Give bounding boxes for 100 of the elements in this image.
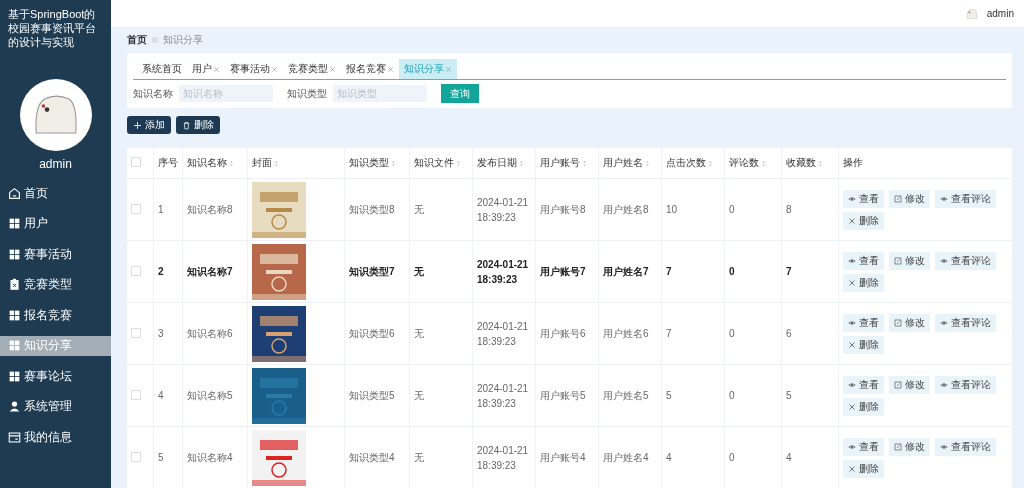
table-cell: 0 [729, 390, 735, 401]
view-button[interactable]: 查看评论 [935, 437, 996, 456]
table-cell: 无 [414, 327, 424, 339]
delete-button[interactable]: 删除 [843, 211, 884, 230]
column-header[interactable]: 用户姓名 [603, 157, 651, 168]
delete-button[interactable]: 删除 [843, 459, 884, 478]
table-cell: 用户姓名8 [603, 203, 649, 215]
table-cell: 知识类型4 [349, 451, 395, 463]
breadcrumb-link[interactable]: 首页 [127, 33, 147, 47]
view-button[interactable]: 查看评论 [935, 313, 996, 332]
checkbox[interactable] [131, 203, 141, 214]
column-header[interactable]: 知识文件 [414, 157, 462, 168]
table-cell: 2024-01-21 18:39:23 [477, 320, 529, 347]
tab[interactable]: 赛事活动 [225, 59, 283, 79]
eye-icon [848, 256, 856, 265]
table-cell: 2024-01-21 18:39:23 [477, 196, 529, 223]
table-cell: 2 [158, 266, 164, 277]
view-button[interactable]: 查看评论 [935, 375, 996, 394]
eye-icon [848, 380, 856, 389]
column-header[interactable]: 发布日期 [477, 157, 525, 168]
field-label: 知识名称 [133, 86, 173, 101]
table-cell: 无 [414, 203, 424, 215]
delete-button[interactable]: 删除 [843, 335, 884, 354]
column-header[interactable]: 点击次数 [666, 157, 714, 168]
edit-button[interactable]: 修改 [889, 251, 930, 270]
view-button[interactable]: 查看 [843, 189, 884, 208]
table-cell: 知识名称8 [187, 203, 233, 215]
table-cell: 用户账号7 [540, 265, 586, 277]
user-name[interactable]: admin [986, 8, 1014, 19]
checkbox[interactable] [131, 451, 141, 462]
table-cell: 7 [666, 328, 672, 339]
tab[interactable]: 报名竞赛 [341, 59, 399, 79]
grid-icon [8, 247, 21, 261]
column-header[interactable]: 评论数 [729, 157, 767, 168]
nav-item[interactable]: 赛事活动 [0, 244, 111, 264]
column-header[interactable]: 收藏数 [786, 157, 824, 168]
view-button[interactable]: 查看 [843, 251, 884, 270]
edit-button[interactable]: 修改 [889, 189, 930, 208]
table-cell: 用户账号8 [540, 203, 586, 215]
nav-item[interactable]: 用户 [0, 213, 111, 234]
view-button[interactable]: 查看 [843, 375, 884, 394]
table-row[interactable]: 4 知识名称5 知识类型5 无 2024-01-21 18:39:23 用户账号5 用户姓名5 5 0 5 查看 修改 查看评论 删除 [127, 364, 1012, 427]
table-row[interactable]: 5 知识名称4 知识类型4 无 2024-01-21 18:39:23 用户账号4 用户姓名4 4 0 4 查看 修改 查看评论 删除 [127, 426, 1012, 488]
checkbox[interactable] [131, 389, 141, 400]
column-header[interactable]: 知识名称 [187, 157, 235, 168]
tab[interactable]: 竞赛类型 [283, 59, 341, 79]
tab[interactable]: 系统首页 [137, 59, 187, 79]
edit-button[interactable]: 修改 [889, 437, 930, 456]
eye-icon [940, 318, 948, 327]
eye-icon [940, 380, 948, 389]
close-icon [848, 278, 856, 287]
column-header[interactable]: 知识类型 [349, 157, 397, 168]
nav-item[interactable]: 赛事论坛 [0, 366, 111, 386]
sort-icon [817, 159, 824, 167]
checkbox[interactable] [131, 265, 141, 276]
table-row[interactable]: 1 知识名称8 知识类型8 无 2024-01-21 18:39:23 用户账号8 用户姓名8 10 0 8 查看 修改 查看评论 删除 [127, 178, 1012, 241]
app-title: 基于SpringBoot的校园赛事资讯平台的设计与实现 [7, 7, 97, 49]
view-button[interactable]: 查看 [843, 313, 884, 332]
nav-item[interactable]: 竞赛类型 [0, 274, 111, 295]
delete-button[interactable]: 删除 [843, 397, 884, 416]
checkbox[interactable] [131, 157, 141, 167]
sort-icon [581, 159, 588, 167]
column-header[interactable]: 操作 [843, 157, 863, 168]
column-header[interactable]: 封面 [252, 157, 280, 168]
eye-icon [940, 256, 948, 265]
sort-icon [455, 159, 462, 167]
delete-button[interactable]: 删除 [843, 273, 884, 292]
sort-icon [760, 159, 767, 167]
table-cell: 知识类型8 [349, 203, 395, 215]
nav-item[interactable]: 报名竞赛 [0, 305, 111, 325]
sort-icon [644, 159, 651, 167]
sort-icon [228, 159, 235, 167]
clipboard-icon [8, 278, 21, 291]
sort-icon [707, 159, 714, 167]
table-cell: 2024-01-21 18:39:23 [477, 258, 529, 285]
nav-item[interactable]: 我的信息 [0, 427, 111, 447]
person-icon [8, 400, 21, 413]
table-cell: 知识类型6 [349, 327, 395, 339]
grid-icon [8, 308, 21, 322]
table-cell: 知识类型5 [349, 389, 395, 401]
column-header[interactable]: 序号 [158, 157, 178, 168]
view-button[interactable]: 查看评论 [935, 251, 996, 270]
column-header[interactable]: 用户账号 [540, 157, 588, 168]
eye-icon [848, 194, 856, 203]
view-button[interactable]: 查看评论 [935, 189, 996, 208]
table-cell: 知识名称6 [187, 327, 233, 339]
nav-item[interactable]: 首页 [0, 183, 111, 203]
edit-button[interactable]: 修改 [889, 375, 930, 394]
edit-icon [894, 194, 902, 203]
sort-icon [273, 159, 280, 167]
table-row[interactable]: 2 知识名称7 知识类型7 无 2024-01-21 18:39:23 用户账号7 用户姓名7 7 0 7 查看 修改 查看评论 删除 [127, 240, 1012, 303]
edit-button[interactable]: 修改 [889, 313, 930, 332]
close-icon [848, 216, 856, 225]
checkbox[interactable] [131, 327, 141, 338]
tab[interactable]: 用户 [187, 59, 225, 79]
table-row[interactable]: 3 知识名称6 知识类型6 无 2024-01-21 18:39:23 用户账号6 用户姓名6 7 0 6 查看 修改 查看评论 删除 [127, 302, 1012, 365]
view-button[interactable]: 查看 [843, 437, 884, 456]
nav-item[interactable]: 系统管理 [0, 396, 111, 417]
delete-button[interactable]: 删除 [176, 116, 220, 134]
add-button[interactable]: 添加 [127, 116, 171, 134]
